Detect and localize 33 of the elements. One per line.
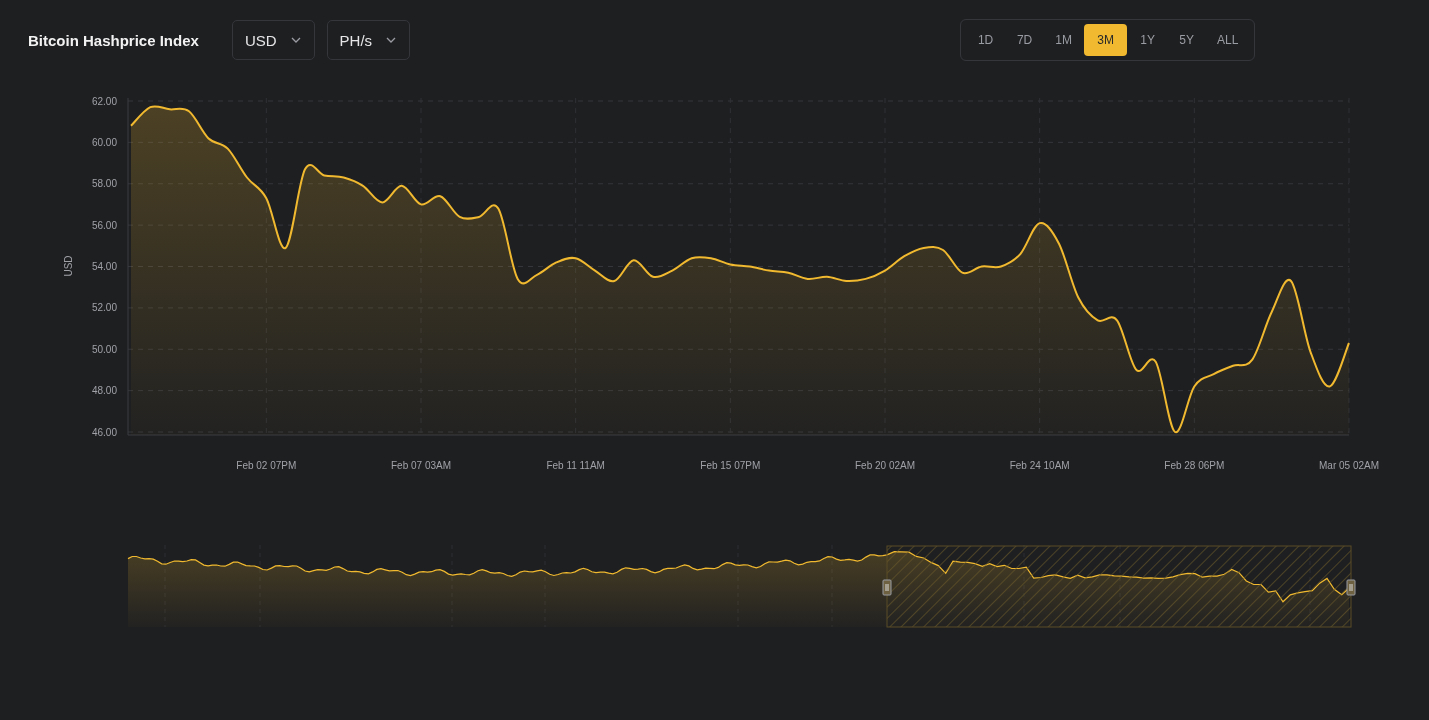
y-axis-label: 46.00 — [91, 426, 117, 438]
y-axis-label: 52.00 — [91, 302, 117, 314]
navigator-selection[interactable] — [886, 545, 1352, 628]
x-axis-label: Mar 05 02AM — [1319, 460, 1379, 471]
range-tab[interactable]: 1M — [1045, 24, 1083, 56]
x-axis-label: Feb 20 02AM — [855, 460, 915, 471]
y-axis-label: 60.00 — [91, 136, 117, 148]
unit-dropdown[interactable]: PH/s — [326, 20, 411, 60]
range-tab[interactable]: 3M — [1084, 24, 1128, 56]
y-axis-label: 50.00 — [91, 343, 117, 355]
x-axis-label: Feb 24 10AM — [1009, 460, 1070, 471]
y-axis-label: 56.00 — [91, 219, 117, 231]
range-tab[interactable]: 5Y — [1168, 24, 1206, 56]
chevron-down-icon — [386, 37, 397, 43]
y-axis-label: 58.00 — [91, 178, 117, 190]
range-handle[interactable] — [1346, 579, 1356, 596]
x-axis-label: Feb 15 07PM — [700, 460, 761, 471]
currency-dropdown[interactable]: USD — [231, 20, 315, 60]
x-axis-label: Feb 02 07PM — [236, 460, 297, 471]
chevron-down-icon — [290, 37, 301, 43]
y-axis-title: USD — [63, 255, 74, 277]
y-axis-label: 48.00 — [91, 385, 117, 397]
range-handle[interactable] — [882, 579, 892, 596]
x-axis-label: Feb 07 03AM — [391, 460, 451, 471]
range-tab[interactable]: 1Y — [1129, 24, 1167, 56]
x-axis-label: Feb 11 11AM — [546, 460, 605, 471]
y-axis-label: 54.00 — [91, 261, 117, 272]
range-tab[interactable]: ALL — [1207, 24, 1249, 56]
x-axis-label: Feb 28 06PM — [1164, 460, 1225, 471]
y-axis-label: 62.00 — [91, 95, 117, 107]
page-title: Bitcoin Hashprice Index — [28, 31, 199, 49]
range-tab[interactable]: 1D — [967, 24, 1005, 56]
range-tab[interactable]: 7D — [1006, 24, 1044, 56]
